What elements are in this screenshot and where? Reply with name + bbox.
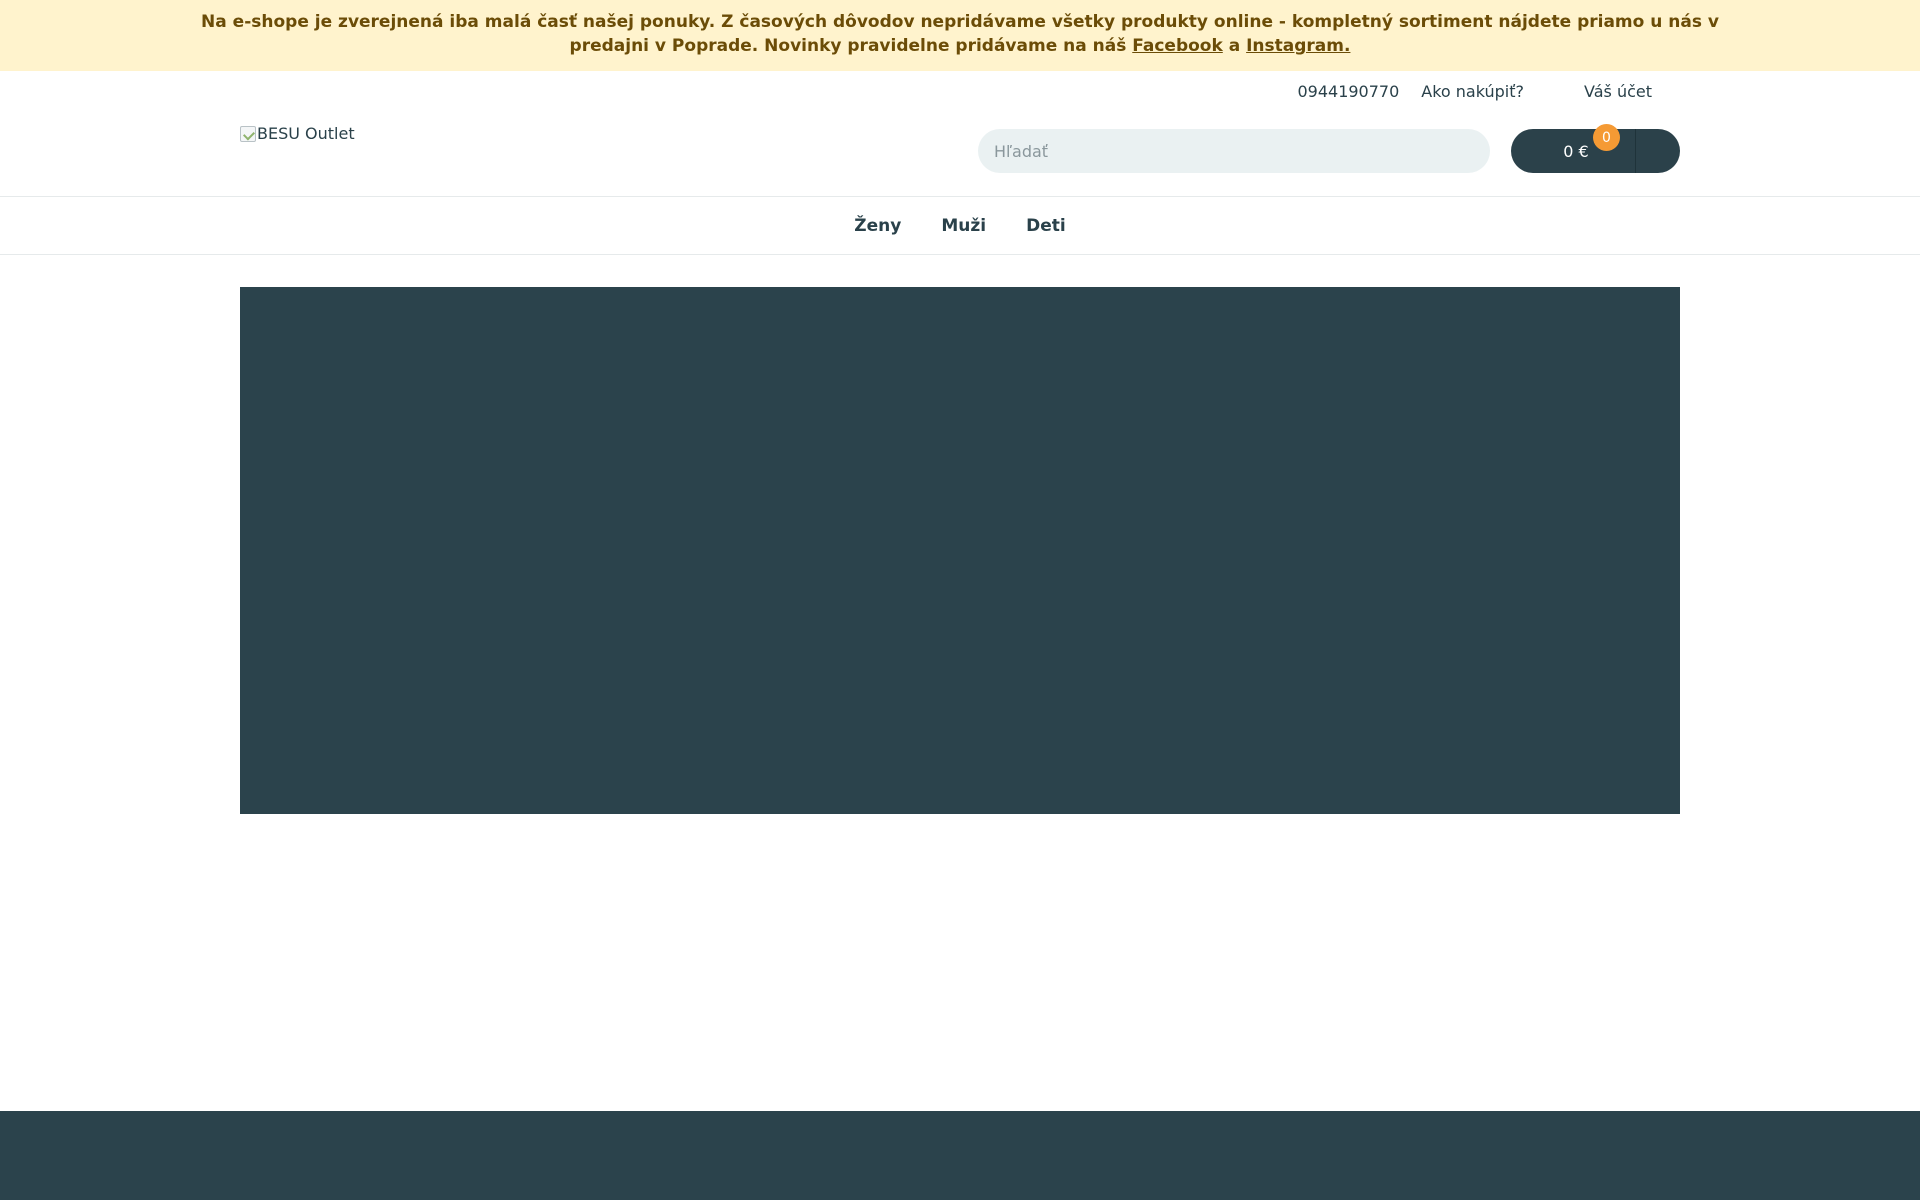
account-link[interactable]: Váš účet	[1584, 82, 1652, 101]
notice-line-1: Na e-shope je zverejnená iba malá časť n…	[201, 12, 1719, 32]
cart-count-badge: 0	[1593, 124, 1620, 151]
cart-button[interactable]: 0 € 0	[1511, 124, 1680, 173]
logo-alt-text: BESU Outlet	[257, 124, 355, 143]
site-logo[interactable]: BESU Outlet	[240, 124, 355, 143]
nav-item-zeny[interactable]: Ženy	[834, 216, 921, 236]
hero-banner[interactable]	[240, 287, 1680, 814]
facebook-link[interactable]: Facebook	[1132, 36, 1223, 56]
instagram-link[interactable]: Instagram.	[1246, 36, 1350, 56]
footer	[0, 1111, 1920, 1200]
info-notice-bar: Na e-shope je zverejnená iba malá časť n…	[0, 0, 1920, 71]
main-nav: Ženy Muži Deti	[0, 196, 1920, 255]
search-input[interactable]	[978, 129, 1490, 173]
notice-and-text: a	[1228, 36, 1241, 56]
notice-line-2: predajni v Poprade. Novinky pravidelne p…	[0, 34, 1920, 58]
nav-item-muzi[interactable]: Muži	[921, 216, 1006, 236]
top-links: 0944190770 Ako nakúpiť? Váš účet	[1297, 82, 1652, 101]
cart-dropdown-toggle[interactable]	[1636, 129, 1680, 173]
how-to-buy-link[interactable]: Ako nakúpiť?	[1421, 82, 1524, 101]
nav-item-deti[interactable]: Deti	[1006, 216, 1086, 236]
broken-image-icon	[240, 125, 256, 142]
phone-link[interactable]: 0944190770	[1297, 82, 1399, 101]
notice-line-2-text: predajni v Poprade. Novinky pravidelne p…	[569, 36, 1127, 56]
